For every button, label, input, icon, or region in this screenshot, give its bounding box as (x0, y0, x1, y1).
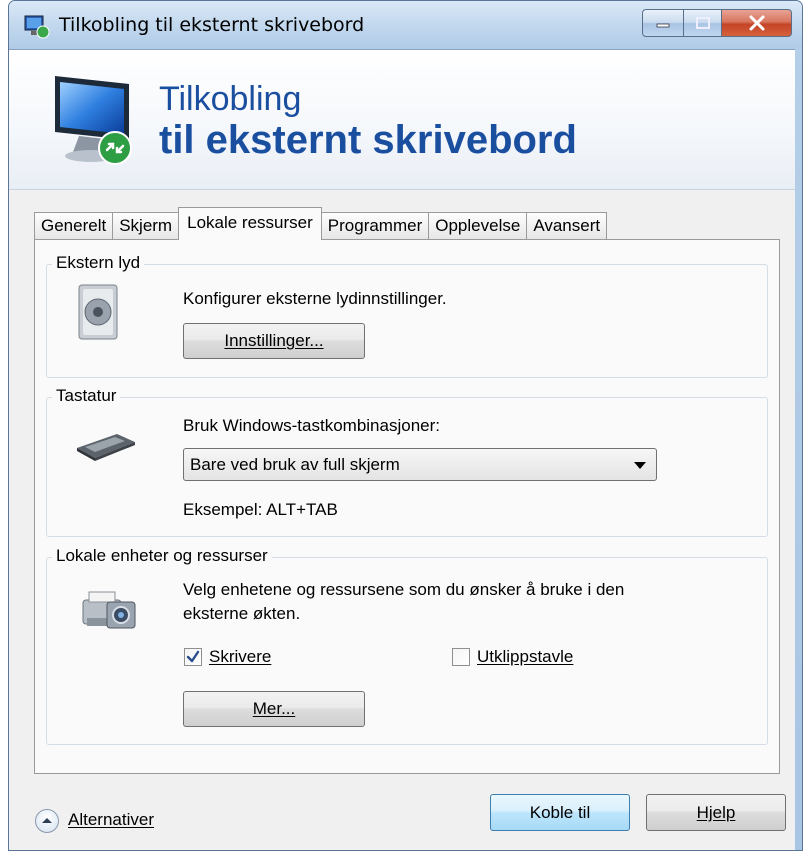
keyboard-combination-select[interactable]: Bare ved bruk av full skjerm (183, 448, 657, 481)
connect-button[interactable]: Koble til (490, 794, 630, 831)
keyboard-group-label: Tastatur (52, 386, 121, 406)
minimize-button[interactable] (642, 9, 684, 37)
speaker-icon (78, 284, 118, 340)
dropdown-arrow-icon (634, 462, 646, 469)
keyboard-icon (77, 434, 135, 461)
title-bar[interactable]: Tilkobling til eksternt skrivebord (9, 1, 802, 49)
printers-label[interactable]: Skrivere (209, 647, 271, 667)
local-devices-description-line2: eksterne økten. (183, 604, 301, 623)
dialog-content: Tilkobling til eksternt skrivebord Gener… (9, 49, 795, 850)
keyboard-example: Eksempel: ALT+TAB (183, 500, 338, 519)
tab-programmer[interactable]: Programmer (320, 212, 430, 240)
remote-audio-group-label: Ekstern lyd (52, 253, 145, 273)
header-banner: Tilkobling til eksternt skrivebord (9, 50, 795, 190)
minimize-icon (656, 23, 670, 28)
rdp-app-icon (24, 15, 50, 39)
rdp-window: Tilkobling til eksternt skrivebord Tilko… (8, 0, 803, 851)
keyboard-group: Tastatur Bruk Windows-tastkombinasjoner:… (46, 386, 768, 537)
help-button[interactable]: Hjelp (646, 794, 786, 831)
banner-title-line1: Tilkobling (159, 80, 302, 118)
tab-avansert[interactable]: Avansert (526, 212, 608, 240)
maximize-icon (695, 17, 710, 29)
local-devices-group-label: Lokale enheter og ressurser (52, 546, 272, 566)
clipboard-label[interactable]: Utklippstavle (477, 647, 573, 667)
tab-opplevelse[interactable]: Opplevelse (428, 212, 528, 240)
caption-buttons (642, 9, 792, 39)
local-devices-description-line1: Velg enhetene og ressursene som du ønske… (183, 580, 625, 599)
options-label[interactable]: Alternativer (68, 810, 154, 830)
audio-settings-button[interactable]: Innstillinger... (183, 323, 365, 359)
close-button[interactable] (722, 9, 792, 37)
local-devices-group: Lokale enheter og ressurser Velg enheten… (46, 546, 768, 745)
checkmark-icon (186, 650, 200, 663)
close-icon (749, 15, 764, 31)
keyboard-combination-value: Bare ved bruk av full skjerm (190, 455, 400, 474)
tab-strip: Generelt Skjerm Lokale ressurser Program… (34, 207, 608, 240)
chevron-up-icon (42, 818, 52, 823)
dialog-footer: Alternativer Koble til Hjelp (9, 775, 795, 850)
keyboard-description: Bruk Windows-tastkombinasjoner: (183, 416, 440, 435)
tab-generelt[interactable]: Generelt (34, 212, 114, 240)
clipboard-checkbox[interactable] (452, 648, 470, 666)
printers-checkbox[interactable] (184, 648, 202, 666)
tab-lokale-ressurser[interactable]: Lokale ressurser (178, 207, 322, 240)
tab-skjerm[interactable]: Skjerm (112, 212, 180, 240)
remote-audio-description: Konfigurer eksterne lydinnstillinger. (183, 289, 447, 308)
options-toggle-button[interactable] (35, 809, 59, 833)
remote-audio-group: Ekstern lyd Konfigurer eksterne lydinnst… (46, 253, 768, 378)
tab-panel-local-resources: Ekstern lyd Konfigurer eksterne lydinnst… (34, 239, 780, 774)
rdp-monitor-icon (55, 76, 132, 165)
window-title: Tilkobling til eksternt skrivebord (59, 14, 365, 36)
banner-title-line2: til eksternt skrivebord (159, 118, 577, 162)
printer-camera-icon (82, 591, 136, 629)
more-button[interactable]: Mer... (183, 691, 365, 727)
maximize-button[interactable] (684, 9, 722, 37)
